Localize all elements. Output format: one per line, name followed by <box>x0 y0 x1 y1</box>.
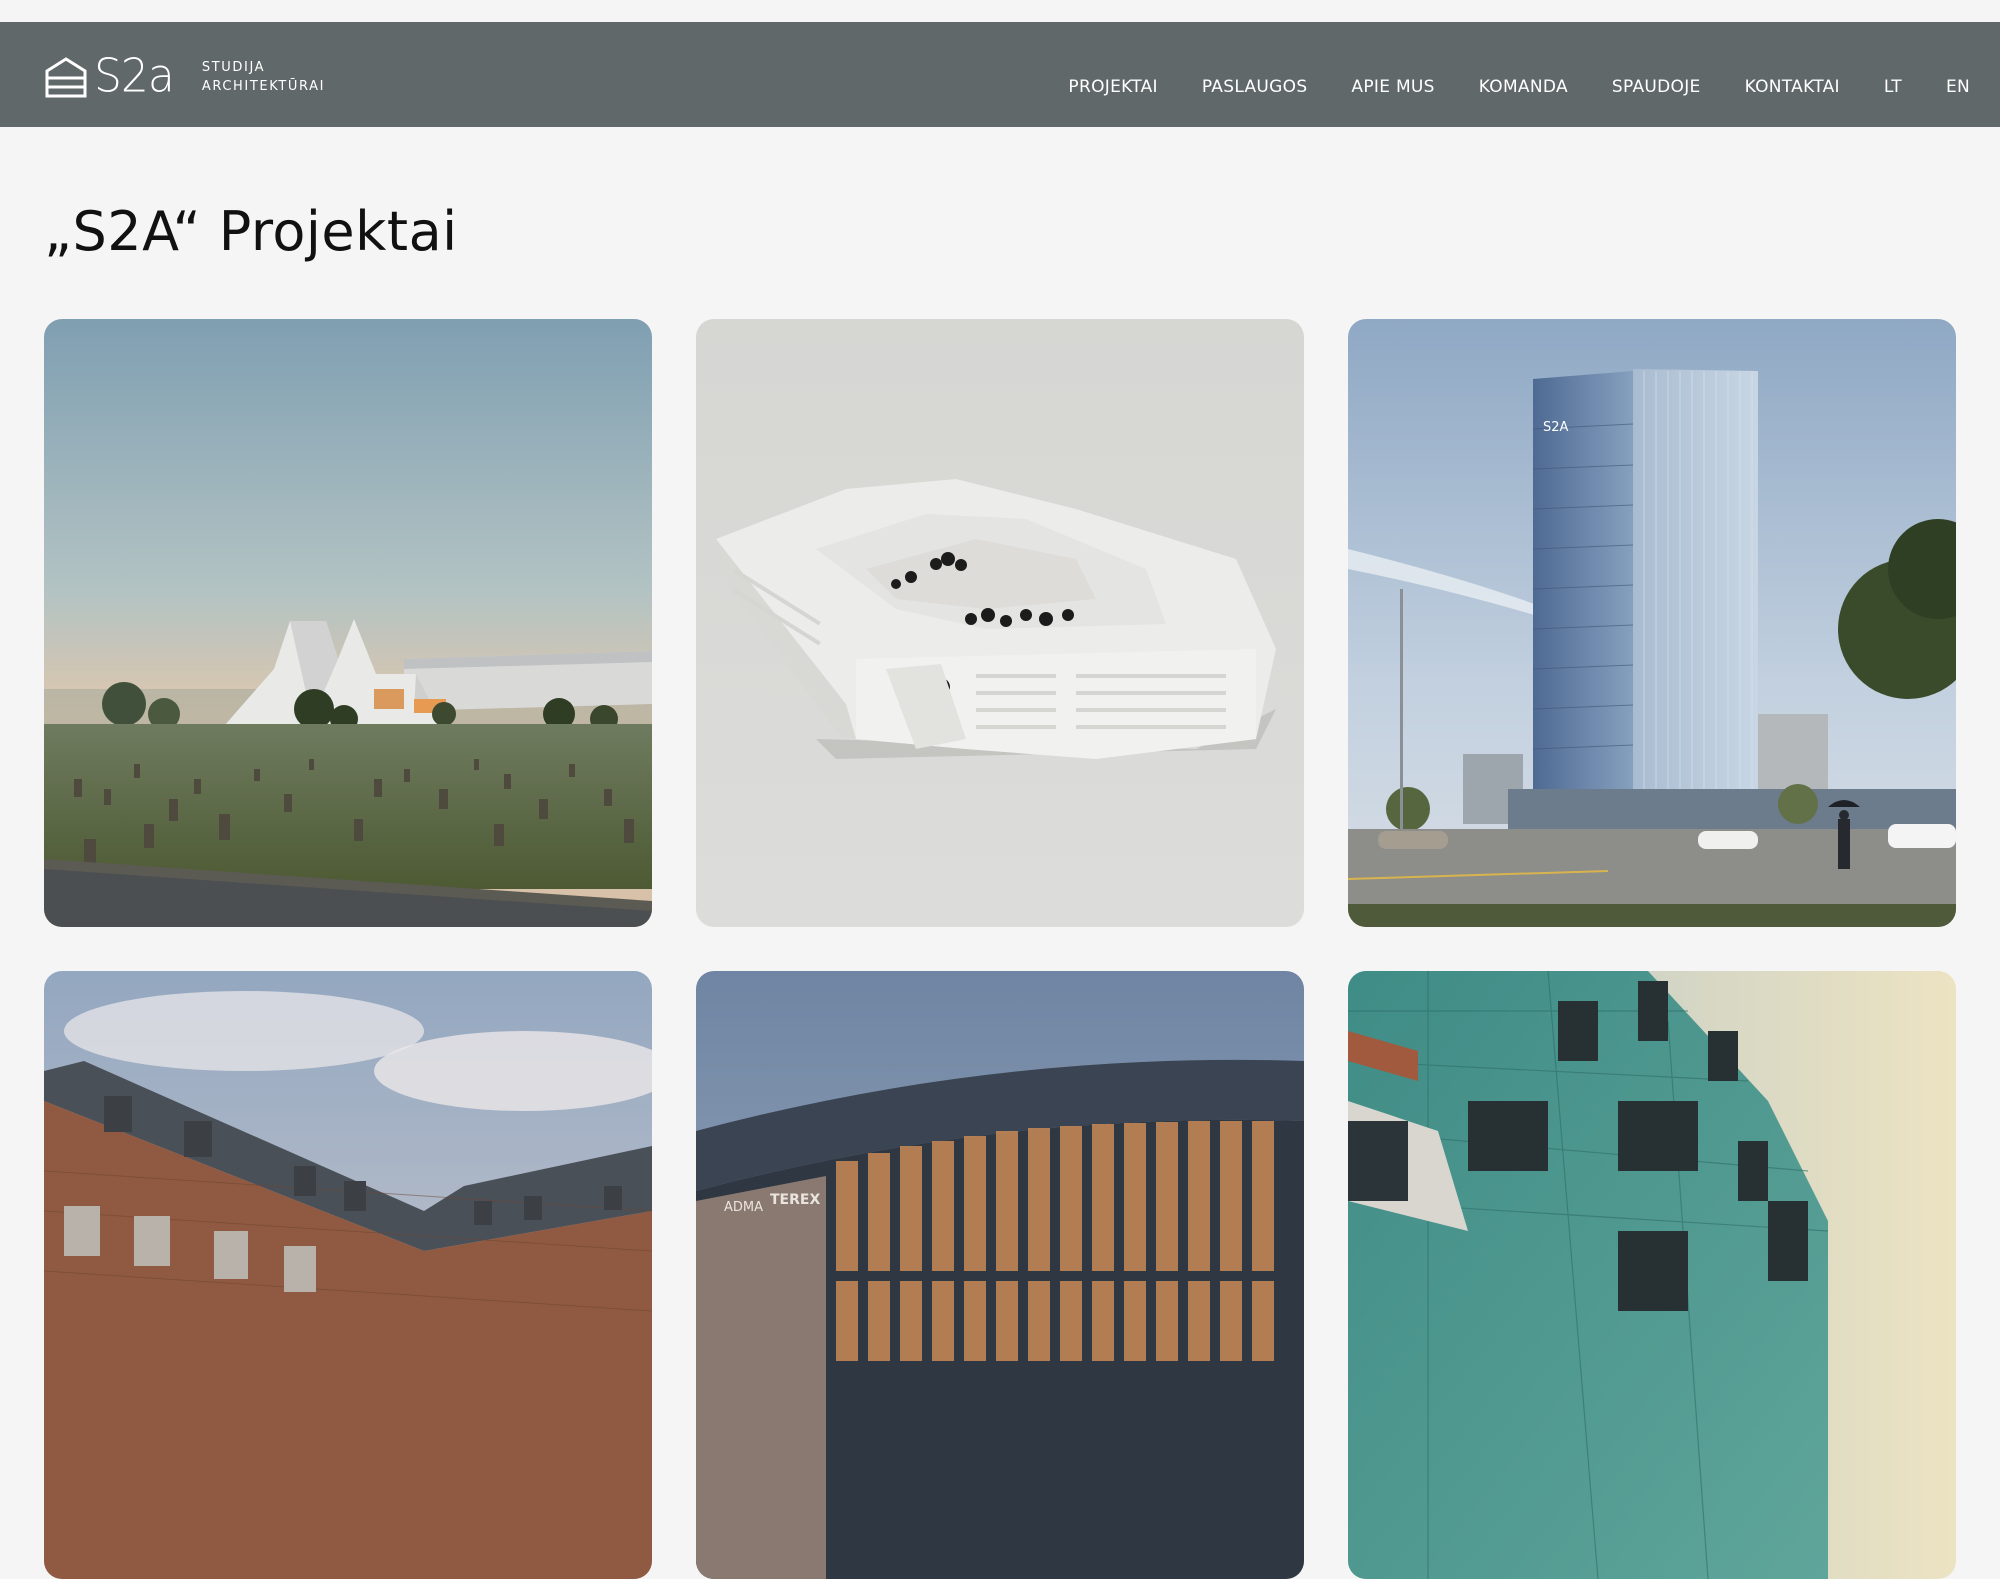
site-header: S2a STUDIJA ARCHITEKTŪRAI PROJEKTAI PASL… <box>0 22 2000 127</box>
project-card-teal[interactable] <box>1348 971 1956 1579</box>
project-card-model[interactable] <box>696 319 1304 927</box>
house-logo-icon <box>45 57 87 98</box>
mall-sign-terex: TEREX <box>770 1192 820 1208</box>
logo-tagline-line1: STUDIJA <box>201 60 266 75</box>
top-strip <box>0 0 2000 22</box>
site-logo[interactable]: S2a STUDIJA ARCHITEKTŪRAI <box>44 52 325 102</box>
main-nav: PROJEKTAI PASLAUGOS APIE MUS KOMANDA SPA… <box>1024 22 1970 127</box>
logo-wordmark: S2a <box>94 49 175 104</box>
project-card-tower[interactable]: S2A <box>1348 319 1956 927</box>
page-title: „S2A“ Projektai <box>44 200 458 263</box>
nav-item-komanda[interactable]: KOMANDA <box>1479 53 1568 97</box>
project-image-model <box>696 319 1304 927</box>
project-card-mall[interactable]: ADMA TEREX <box>696 971 1304 1579</box>
nav-item-apie-mus[interactable]: APIE MUS <box>1351 53 1434 97</box>
project-image-teal <box>1348 971 1956 1579</box>
nav-item-projektai[interactable]: PROJEKTAI <box>1068 53 1157 97</box>
tower-sign-text: S2A <box>1543 420 1569 435</box>
language-lt-link[interactable]: LT <box>1884 53 1902 97</box>
project-image-tower: S2A <box>1348 319 1956 927</box>
nav-item-spaudoje[interactable]: SPAUDOJE <box>1612 53 1701 97</box>
logo-tagline: STUDIJA ARCHITEKTŪRAI <box>202 58 325 96</box>
logo-tagline-line2: ARCHITEKTŪRAI <box>201 79 326 94</box>
nav-item-paslaugos[interactable]: PASLAUGOS <box>1202 53 1308 97</box>
project-card-church[interactable] <box>44 319 652 927</box>
project-image-church <box>44 319 652 927</box>
project-image-mall: ADMA TEREX <box>696 971 1304 1579</box>
language-en-link[interactable]: EN <box>1946 53 1970 97</box>
mall-sign-adma: ADMA <box>724 1200 763 1215</box>
project-image-brick <box>44 971 652 1579</box>
project-card-brick[interactable] <box>44 971 652 1579</box>
nav-item-kontaktai[interactable]: KONTAKTAI <box>1745 53 1840 97</box>
